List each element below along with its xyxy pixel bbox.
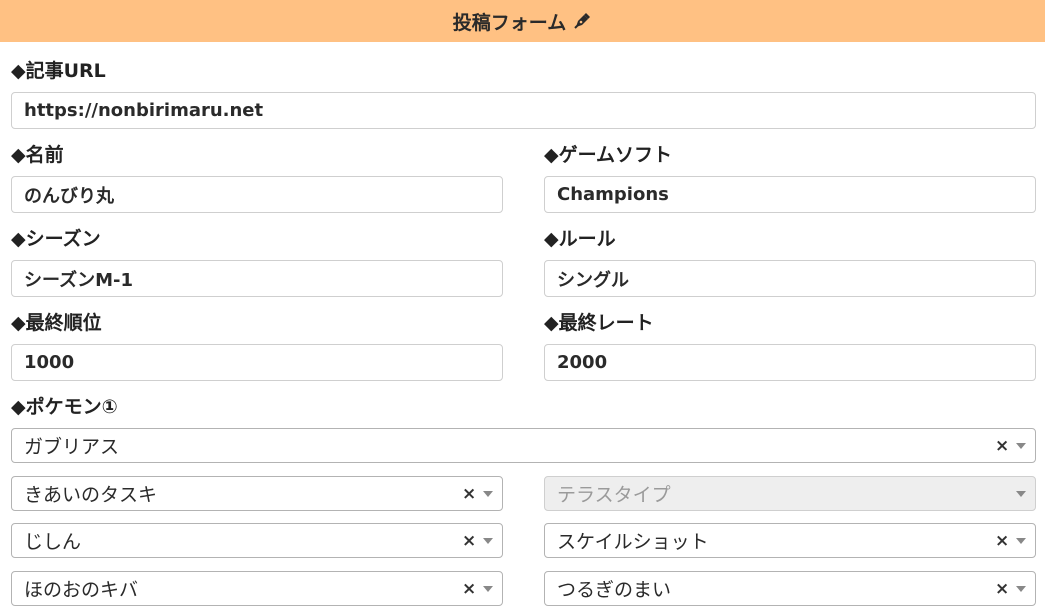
pokemon1-item-select[interactable]: きあいのタスキ ×	[11, 476, 503, 511]
chevron-down-icon[interactable]	[483, 585, 493, 592]
chevron-down-icon[interactable]	[1016, 442, 1026, 449]
clear-icon[interactable]: ×	[462, 484, 476, 504]
pokemon1-tera-type-select: テラスタイプ	[544, 476, 1036, 511]
pokemon1-move3-select[interactable]: ほのおのキバ ×	[11, 571, 503, 606]
final-rate-label: ◆最終レート	[544, 312, 654, 334]
name-field[interactable]: のんびり丸	[11, 176, 503, 213]
chevron-down-icon[interactable]	[483, 490, 493, 497]
pokemon1-move1-select[interactable]: じしん ×	[11, 523, 503, 558]
pokemon1-label: ◆ポケモン①	[11, 396, 118, 418]
season-field[interactable]: シーズンM-1	[11, 260, 503, 297]
pen-icon	[572, 11, 592, 31]
final-rank-field[interactable]: 1000	[11, 344, 503, 381]
chevron-down-icon[interactable]	[1016, 585, 1026, 592]
form-header: 投稿フォーム	[0, 0, 1045, 42]
pokemon1-move4-select[interactable]: つるぎのまい ×	[544, 571, 1036, 606]
pokemon1-species-select[interactable]: ガブリアス ×	[11, 428, 1036, 463]
chevron-down-icon[interactable]	[1016, 537, 1026, 544]
rule-label: ◆ルール	[544, 228, 616, 250]
clear-icon[interactable]: ×	[995, 531, 1009, 551]
clear-icon[interactable]: ×	[462, 579, 476, 599]
final-rank-label: ◆最終順位	[11, 312, 102, 334]
game-soft-label: ◆ゲームソフト	[544, 144, 673, 166]
clear-icon[interactable]: ×	[995, 436, 1009, 456]
final-rate-field[interactable]: 2000	[544, 344, 1036, 381]
pokemon1-item-value: きあいのタスキ	[24, 484, 158, 506]
pokemon1-move3-value: ほのおのキバ	[24, 579, 139, 601]
article-url-field[interactable]: https://nonbirimaru.net	[11, 92, 1036, 129]
name-label: ◆名前	[11, 144, 64, 166]
form-title: 投稿フォーム	[452, 11, 567, 34]
pokemon1-move2-select[interactable]: スケイルショット ×	[544, 523, 1036, 558]
rule-field[interactable]: シングル	[544, 260, 1036, 297]
clear-icon[interactable]: ×	[995, 579, 1009, 599]
game-soft-field[interactable]: Champions	[544, 176, 1036, 213]
clear-icon[interactable]: ×	[462, 531, 476, 551]
chevron-down-icon[interactable]	[483, 537, 493, 544]
season-label: ◆シーズン	[11, 228, 101, 250]
pokemon1-species-value: ガブリアス	[24, 436, 120, 458]
pokemon1-move1-value: じしん	[24, 531, 82, 553]
pokemon1-move2-value: スケイルショット	[557, 531, 709, 553]
chevron-down-icon	[1016, 490, 1026, 497]
pokemon1-move4-value: つるぎのまい	[557, 579, 672, 601]
article-url-label: ◆記事URL	[11, 60, 106, 82]
pokemon1-tera-type-placeholder: テラスタイプ	[557, 484, 671, 506]
